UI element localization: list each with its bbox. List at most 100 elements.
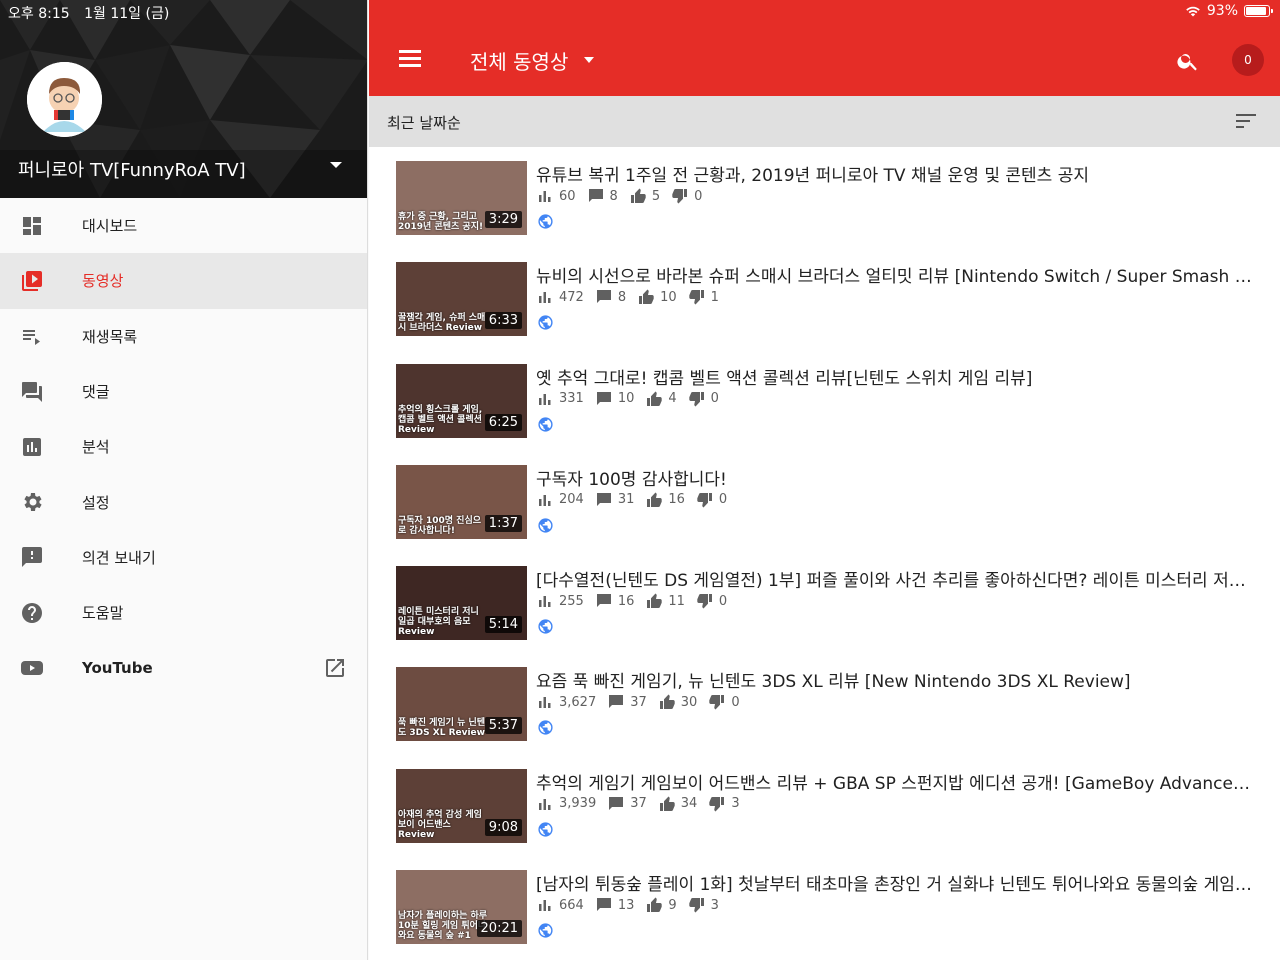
thumbnail-text: 꿀잼각 게임, 슈퍼 스매시 브라더스 Review: [398, 313, 486, 334]
avatar-illustration: [27, 62, 102, 137]
views-count: 331: [559, 391, 584, 407]
video-title[interactable]: [다수열전(닌텐도 DS 게임열전) 1부] 퍼즐 풀이와 사건 추리를 좋아하…: [536, 566, 1254, 591]
video-duration: 5:14: [484, 616, 522, 634]
comment-icon: [609, 695, 624, 709]
sidebar-item-videos[interactable]: 동영상: [0, 253, 367, 309]
video-title[interactable]: 유튜브 복귀 1주일 전 근황과, 2019년 퍼니로아 TV 채널 운영 및 …: [536, 161, 1254, 186]
bar-chart-icon: [539, 292, 551, 304]
sidebar-nav: 대시보드 동영상 재생목록 댓글 분석 설정 의견 보내기 도움말 YouTub…: [0, 198, 367, 696]
bar-chart-icon: [539, 900, 551, 912]
public-globe-icon: [538, 214, 553, 229]
video-thumbnail[interactable]: 남자가 플레이하는 하루 10분 힐링 게임 튀어나와요 동물의 숲 #1 20…: [396, 870, 527, 945]
help-icon: [22, 602, 42, 623]
sidebar-item-label: 재생목록: [82, 327, 138, 346]
thumbs-down-icon: [697, 492, 712, 508]
comment-icon: [596, 898, 611, 912]
dislikes-stat: 1: [688, 289, 719, 305]
sidebar-item-analytics[interactable]: 분석: [0, 419, 367, 474]
thumbs-up-icon: [647, 492, 663, 507]
views-stat: 472: [537, 289, 584, 305]
video-title[interactable]: 요즘 푹 빠진 게임기, 뉴 닌텐도 3DS XL 리뷰 [New Ninten…: [536, 667, 1254, 692]
thumbnail-text: 구독자 100명 진심으로 감사합니다!: [398, 515, 482, 536]
video-title[interactable]: 구독자 100명 감사합니다!: [536, 465, 1254, 490]
comment-icon: [596, 391, 611, 405]
video-title[interactable]: 옛 추억 그대로! 캡콤 벨트 액션 콜렉션 리뷰[닌텐도 스위치 게임 리뷰]: [536, 364, 1254, 389]
comments-count: 16: [617, 593, 635, 609]
main-content: 전체 동영상 0 최근 날짜순 휴가 중 근황, 그리고 2019년 콘텐츠 공…: [369, 0, 1280, 960]
likes-stat: 5: [630, 188, 660, 204]
dislikes-count: 0: [718, 492, 728, 508]
comments-stat: 13: [596, 897, 634, 913]
page-title-dropdown[interactable]: 전체 동영상: [470, 46, 568, 75]
video-title[interactable]: [남자의 튀동숲 플레이 1화] 첫날부터 태초마을 촌장인 거 실화냐 닌텐도…: [536, 870, 1254, 895]
video-item[interactable]: 구독자 100명 진심으로 감사합니다! 1:37 구독자 100명 감사합니다…: [369, 451, 1280, 552]
channel-switch-caret-icon[interactable]: [330, 162, 342, 168]
video-thumbnail[interactable]: 푹 빠진 게임기 뉴 닌텐도 3DS XL Review 5:37: [396, 667, 527, 742]
bar-chart-icon: [539, 494, 551, 506]
thumbnail-text: 레이튼 미스터리 저니 일곱 대부호의 음모 Review: [398, 607, 479, 638]
views-count: 60: [559, 188, 576, 204]
views-count: 472: [559, 289, 584, 305]
video-title[interactable]: 뉴비의 시선으로 바라본 슈퍼 스매시 브라더스 얼티밋 리뷰 [Nintend…: [536, 262, 1254, 287]
thumbs-down-icon: [697, 594, 712, 609]
channel-avatar[interactable]: [27, 62, 102, 137]
thumbnail-text: 남자가 플레이하는 하루 10분 힐링 게임 튀어나와요 동물의 숲 #1: [398, 911, 488, 942]
sidebar-item-dashboard[interactable]: 대시보드: [0, 198, 367, 253]
sidebar-item-label: 대시보드: [82, 217, 138, 236]
video-title[interactable]: 추억의 게임기 게임보이 어드밴스 리뷰 + GBA SP 스펀지밥 에디션 공…: [536, 769, 1254, 794]
public-globe-icon: [538, 619, 553, 634]
video-thumbnail[interactable]: 구독자 100명 진심으로 감사합니다! 1:37: [396, 464, 527, 539]
likes-stat: 16: [646, 492, 685, 508]
chevron-down-icon[interactable]: [584, 57, 594, 63]
video-item[interactable]: 꿀잼각 게임, 슈퍼 스매시 브라더스 Review 6:33 뉴비의 시선으로…: [369, 248, 1280, 349]
menu-button[interactable]: [399, 50, 421, 68]
analytics-icon: [23, 437, 41, 456]
public-globe-icon: [538, 417, 553, 432]
sidebar-item-feedback[interactable]: 의견 보내기: [0, 530, 367, 585]
sidebar-item-youtube[interactable]: YouTube: [0, 640, 367, 695]
views-stat: 3,627: [537, 694, 596, 710]
video-duration: 6:33: [484, 312, 522, 330]
comments-stat: 31: [596, 492, 635, 508]
notifications-button[interactable]: 0: [1232, 44, 1264, 76]
likes-stat: 4: [646, 391, 677, 407]
bar-chart-icon: [539, 191, 551, 202]
bar-chart-icon: [539, 798, 551, 810]
video-thumbnail[interactable]: 휴가 중 근황, 그리고 2019년 콘텐츠 공지! 3:29: [396, 161, 527, 235]
likes-stat: 34: [659, 796, 697, 812]
search-icon[interactable]: [1176, 49, 1200, 73]
video-thumbnail[interactable]: 꿀잼각 게임, 슈퍼 스매시 브라더스 Review 6:33: [396, 262, 527, 337]
sort-icon[interactable]: [1236, 112, 1258, 130]
dislikes-count: 0: [694, 188, 703, 204]
video-item[interactable]: 푹 빠진 게임기 뉴 닌텐도 3DS XL Review 5:37 요즘 푹 빠…: [369, 653, 1280, 754]
sidebar-item-label: 의견 보내기: [82, 548, 156, 567]
video-item[interactable]: 아재의 추억 감성 게임보이 어드밴스 Review 9:08 추억의 게임기 …: [369, 755, 1280, 856]
sidebar-item-comments[interactable]: 댓글: [0, 364, 367, 419]
thumbs-down-icon: [688, 898, 704, 913]
video-thumbnail[interactable]: 레이튼 미스터리 저니 일곱 대부호의 음모 Review 5:14: [396, 566, 527, 641]
video-stats: 60 8 5 0: [537, 188, 714, 204]
sidebar-item-playlists[interactable]: 재생목록: [0, 309, 367, 364]
video-item[interactable]: 휴가 중 근황, 그리고 2019년 콘텐츠 공지! 3:29 유튜브 복귀 1…: [369, 147, 1280, 248]
dislikes-count: 0: [718, 593, 728, 609]
sidebar-item-help[interactable]: 도움말: [0, 585, 367, 640]
status-time: 오후 8:15: [8, 6, 70, 22]
comment-icon: [609, 796, 624, 810]
likes-stat: 11: [646, 593, 685, 609]
bar-chart-icon: [539, 596, 551, 608]
thumbs-down-icon: [672, 189, 688, 204]
views-stat: 664: [537, 897, 584, 913]
video-item[interactable]: 추억의 횡스크롤 게임, 캡콤 벨트 액션 콜렉션 Review 6:25 옛 …: [369, 350, 1280, 451]
comments-stat: 8: [596, 289, 626, 305]
sidebar-item-settings[interactable]: 설정: [0, 474, 367, 529]
video-item[interactable]: 남자가 플레이하는 하루 10분 힐링 게임 튀어나와요 동물의 숲 #1 20…: [369, 856, 1280, 957]
dislikes-stat: 0: [672, 188, 702, 204]
likes-count: 4: [668, 391, 677, 407]
thumbnail-text: 추억의 횡스크롤 게임, 캡콤 벨트 액션 콜렉션 Review: [398, 404, 483, 435]
video-item[interactable]: 레이튼 미스터리 저니 일곱 대부호의 음모 Review 5:14 [다수열전…: [369, 552, 1280, 653]
video-thumbnail[interactable]: 아재의 추억 감성 게임보이 어드밴스 Review 9:08: [396, 768, 527, 843]
comments-count: 31: [617, 492, 635, 508]
video-duration: 6:25: [484, 413, 522, 431]
video-thumbnail[interactable]: 추억의 횡스크롤 게임, 캡콤 벨트 액션 콜렉션 Review 6:25: [396, 363, 527, 438]
views-count: 3,939: [559, 796, 597, 812]
